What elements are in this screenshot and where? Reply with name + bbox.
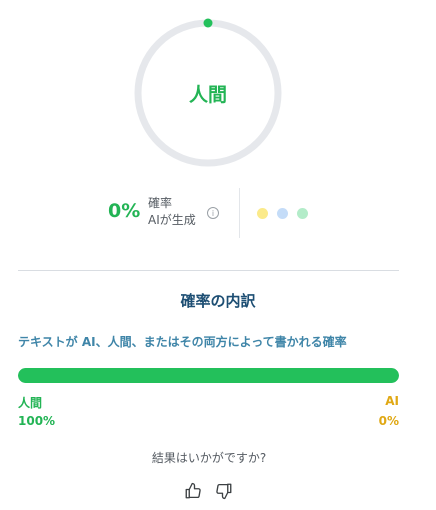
ai-label: AI (385, 394, 399, 408)
yellow-dot (257, 208, 268, 219)
blue-dot (277, 208, 288, 219)
probability-gauge: 人間 (133, 18, 283, 168)
gauge-label: 人間 (188, 83, 227, 106)
desc-line-2: AIが生成 (148, 213, 196, 227)
ai-percent-value: 0% (108, 200, 141, 222)
info-icon[interactable]: i (207, 207, 219, 219)
desc-line-1: 確率 (148, 196, 173, 210)
probability-bar (18, 368, 399, 383)
feedback-question: 結果はいかがですか? (151, 451, 267, 465)
breakdown-subtitle: テキストが AI、人間、またはその両方によって書かれる確率 (18, 335, 347, 349)
green-dot (297, 208, 308, 219)
ai-percent-description: 確率 AIが生成 (148, 195, 196, 229)
thumbs-down-icon[interactable] (215, 482, 233, 500)
breakdown-title: 確率の内訳 (180, 292, 256, 310)
human-value: 100% (18, 414, 56, 428)
thumbs-up-icon[interactable] (184, 482, 202, 500)
human-label: 人間 (18, 396, 43, 410)
section-divider (18, 270, 399, 271)
ai-value: 0% (378, 414, 399, 428)
detection-result-panel: 人間 0% 確率 AIが生成 i 確率の内訳 テキストが AI、人間、またはその… (0, 0, 436, 510)
probability-bar-human-fill (18, 368, 399, 383)
vertical-divider (239, 188, 240, 238)
stats-row: 0% 確率 AIが生成 i (0, 188, 436, 240)
